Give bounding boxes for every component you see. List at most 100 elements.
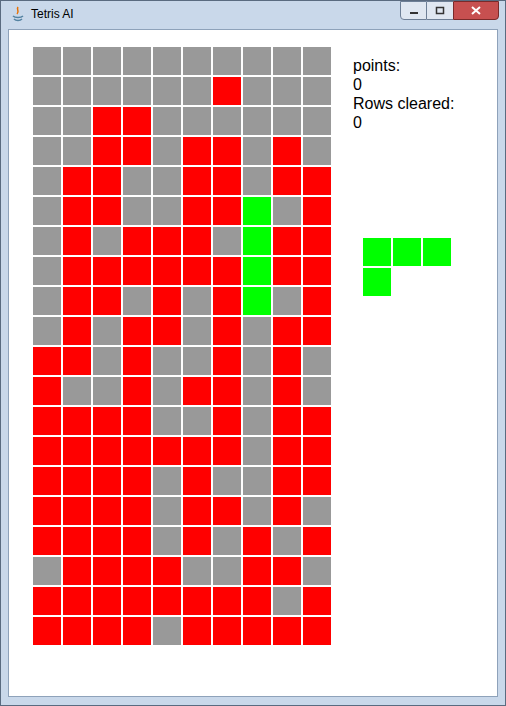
board-cell (63, 407, 91, 435)
board-cell (183, 167, 211, 195)
board-cell (93, 557, 121, 585)
board-cell (123, 377, 151, 405)
board-cell (243, 197, 271, 225)
minimize-icon (409, 7, 419, 15)
board-cell (123, 167, 151, 195)
board-cell (303, 347, 331, 375)
board-cell (63, 167, 91, 195)
board-cell (213, 527, 241, 555)
score-item: Rows cleared:0 (353, 94, 454, 132)
board-cell (303, 467, 331, 495)
board-cell (123, 347, 151, 375)
board-cell (243, 617, 271, 645)
board-cell (183, 317, 211, 345)
next-piece-cell (423, 268, 451, 296)
java-icon (11, 6, 25, 22)
minimize-button[interactable] (400, 1, 427, 20)
board-cell (243, 317, 271, 345)
board-cell (93, 377, 121, 405)
board-cell (303, 167, 331, 195)
board-cell (123, 617, 151, 645)
board-cell (213, 287, 241, 315)
maximize-icon (435, 6, 445, 15)
board-cell (303, 107, 331, 135)
next-piece-cell (393, 268, 421, 296)
board-cell (33, 107, 61, 135)
board-cell (153, 467, 181, 495)
board-cell (63, 557, 91, 585)
board-cell (93, 77, 121, 105)
board-cell (93, 107, 121, 135)
close-button[interactable] (453, 1, 499, 20)
board-cell (273, 527, 301, 555)
board-cell (183, 347, 211, 375)
board-cell (273, 107, 301, 135)
board-cell (213, 587, 241, 615)
board-cell (93, 227, 121, 255)
board-cell (33, 77, 61, 105)
board-cell (303, 527, 331, 555)
board-cell (243, 47, 271, 75)
board-cell (63, 467, 91, 495)
board-cell (273, 137, 301, 165)
board-cell (153, 77, 181, 105)
board-cell (153, 377, 181, 405)
board-cell (123, 497, 151, 525)
board-cell (243, 527, 271, 555)
board-cell (33, 527, 61, 555)
board-cell (93, 347, 121, 375)
board-cell (153, 47, 181, 75)
board-cell (93, 587, 121, 615)
board-cell (153, 407, 181, 435)
board-cell (63, 257, 91, 285)
board-cell (303, 47, 331, 75)
board-cell (213, 437, 241, 465)
board-cell (93, 197, 121, 225)
board-cell (33, 347, 61, 375)
board-cell (63, 617, 91, 645)
board-cell (123, 137, 151, 165)
board-cell (33, 227, 61, 255)
board-cell (153, 617, 181, 645)
board-cell (213, 497, 241, 525)
board-cell (303, 227, 331, 255)
board-cell (183, 377, 211, 405)
board-cell (153, 587, 181, 615)
board-cell (303, 437, 331, 465)
board-cell (123, 467, 151, 495)
board-cell (183, 527, 211, 555)
board-cell (63, 107, 91, 135)
board-cell (93, 497, 121, 525)
board-cell (273, 77, 301, 105)
board-cell (153, 197, 181, 225)
board-cell (243, 137, 271, 165)
maximize-button[interactable] (427, 1, 453, 20)
next-piece-cell (363, 268, 391, 296)
board-cell (303, 257, 331, 285)
board-cell (123, 77, 151, 105)
board-cell (63, 527, 91, 555)
board-cell (273, 377, 301, 405)
board-cell (183, 47, 211, 75)
board-cell (273, 257, 301, 285)
board-cell (123, 407, 151, 435)
board-cell (213, 377, 241, 405)
score-label: points: (353, 56, 454, 75)
board-cell (213, 257, 241, 285)
board-cell (153, 257, 181, 285)
board-cell (33, 587, 61, 615)
board-cell (213, 557, 241, 585)
board-cell (123, 257, 151, 285)
board-cell (33, 407, 61, 435)
window-title: Tetris AI (31, 6, 74, 22)
board-cell (183, 617, 211, 645)
board-cell (63, 347, 91, 375)
board-cell (273, 407, 301, 435)
board-cell (243, 77, 271, 105)
side-panel: points:0Rows cleared:0 (353, 56, 454, 696)
board-cell (33, 137, 61, 165)
client-area: points:0Rows cleared:0 (8, 29, 498, 697)
board-cell (33, 497, 61, 525)
board-cell (93, 47, 121, 75)
board-cell (63, 377, 91, 405)
